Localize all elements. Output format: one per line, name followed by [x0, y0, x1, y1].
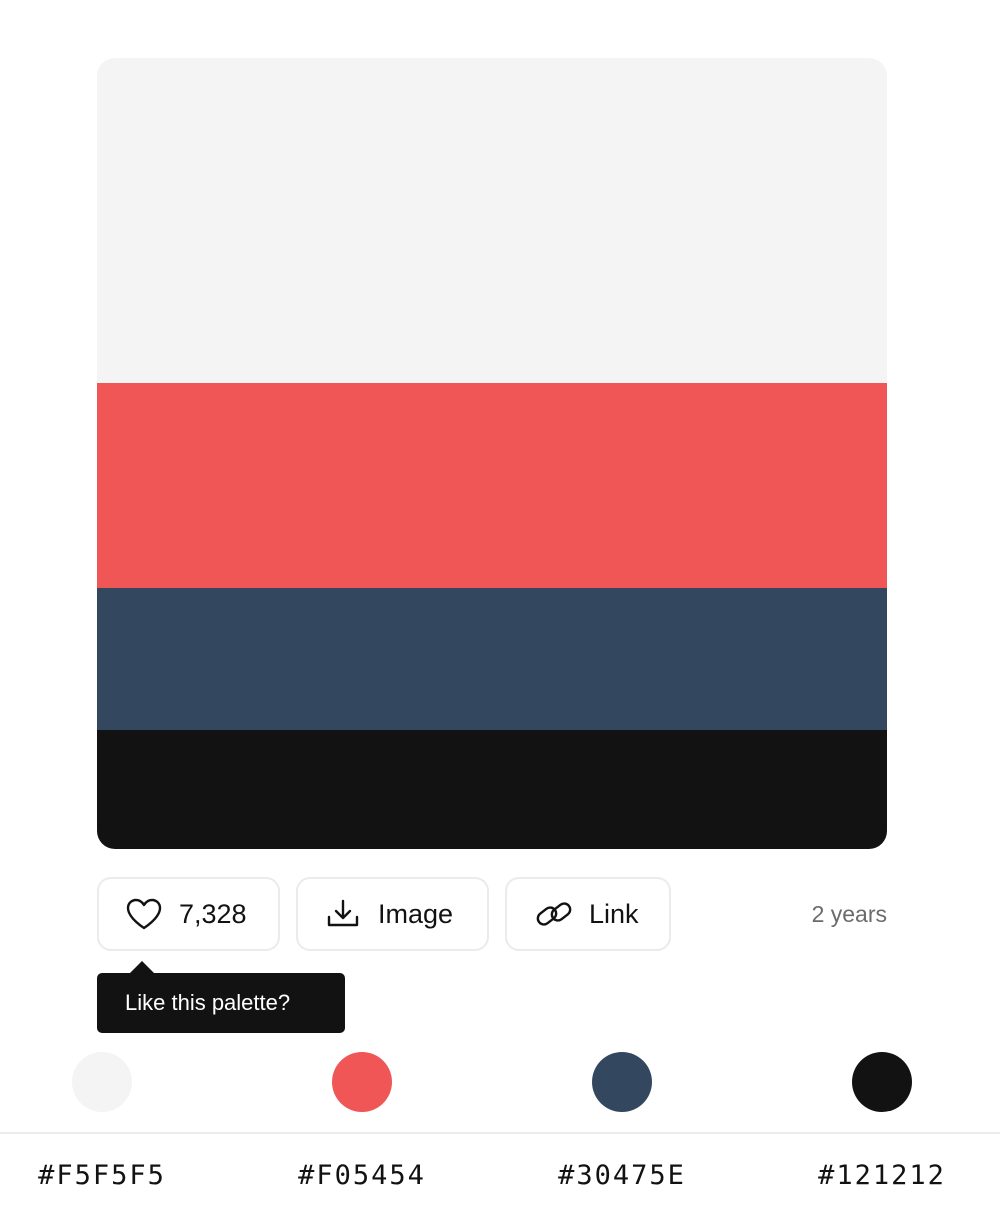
download-icon: [326, 899, 360, 929]
link-icon: [535, 897, 573, 931]
hex-code[interactable]: #F05454: [298, 1160, 426, 1191]
image-label: Image: [378, 898, 454, 929]
color-dot[interactable]: [332, 1052, 392, 1112]
hex-code[interactable]: #F5F5F5: [38, 1160, 166, 1191]
color-dot[interactable]: [852, 1052, 912, 1112]
swatch[interactable]: [97, 383, 887, 588]
tooltip-arrow: [130, 961, 154, 973]
like-count: 7,328: [179, 898, 247, 929]
color-dots: [0, 1052, 1000, 1112]
color-dot[interactable]: [72, 1052, 132, 1112]
tooltip-text: Like this palette?: [125, 990, 291, 1015]
hex-codes: #F5F5F5 #F05454 #30475E #121212: [0, 1160, 1000, 1210]
divider: [0, 1132, 1000, 1134]
copy-link-button[interactable]: Link: [505, 877, 671, 951]
like-button[interactable]: 7,328: [97, 877, 280, 951]
palette-actions: 7,328 Image Link 2 years: [97, 877, 887, 953]
like-tooltip: Like this palette?: [97, 961, 345, 1033]
hex-code[interactable]: #121212: [818, 1160, 946, 1191]
swatch[interactable]: [97, 58, 887, 384]
swatch[interactable]: [97, 587, 887, 731]
link-label: Link: [589, 898, 639, 929]
palette-preview: [97, 58, 887, 849]
heart-icon: [125, 897, 163, 931]
swatch[interactable]: [97, 730, 887, 849]
hex-code[interactable]: #30475E: [558, 1160, 686, 1191]
palette-age: 2 years: [811, 901, 887, 927]
color-dot[interactable]: [592, 1052, 652, 1112]
download-image-button[interactable]: Image: [296, 877, 489, 951]
